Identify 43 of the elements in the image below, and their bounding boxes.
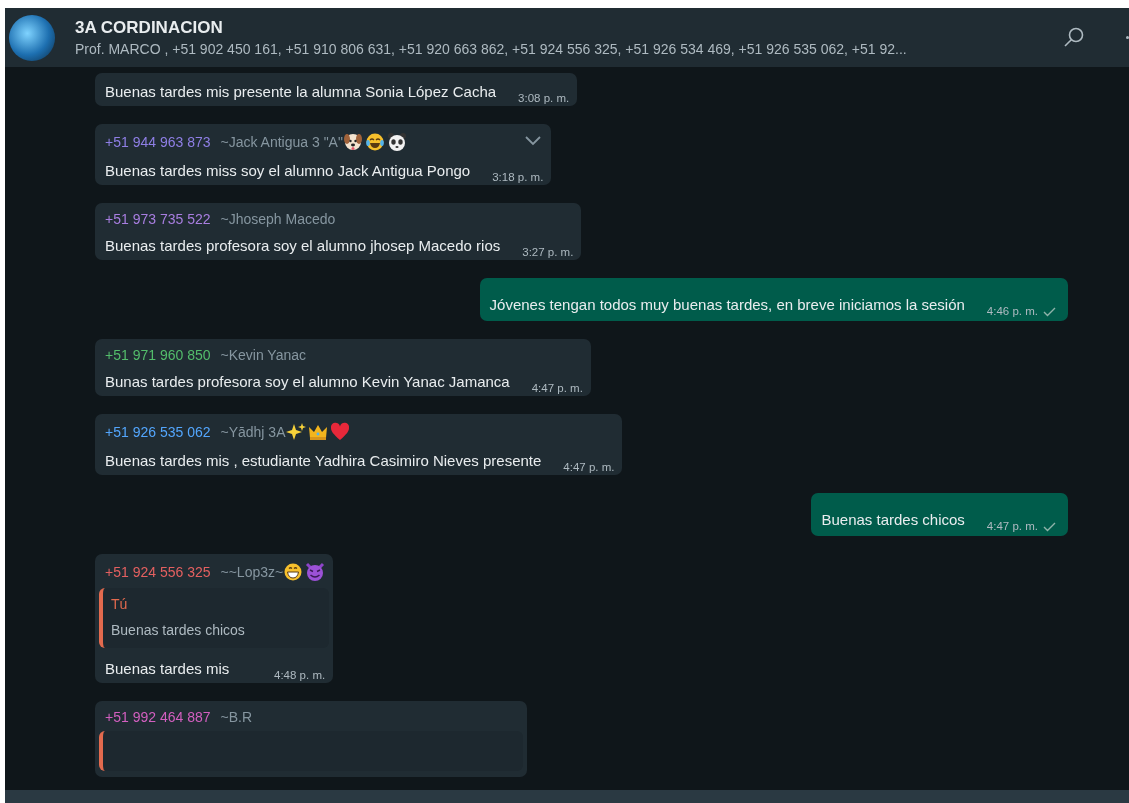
message-time: 3:27 p. m. <box>522 246 574 258</box>
sender-phone[interactable]: +51 973 735 522 <box>105 211 211 227</box>
message-text: Buenas tardes mis presente la alumna Sonia López Cacha <box>105 83 497 100</box>
heart-icon <box>329 422 350 442</box>
message-text: Buenas tardes miss soy el alumno Jack Antigua Pongo <box>105 162 471 179</box>
message-time: 4:47 p. m. <box>563 461 615 473</box>
message-time: 4:47 p. m. <box>531 382 583 394</box>
sender-name: ~Kevin Yanac <box>220 347 306 363</box>
panda-face-icon <box>386 132 407 152</box>
sender-name: ~~Lop3z~ <box>220 564 284 580</box>
sender-name: ~B.R <box>220 709 252 725</box>
group-avatar[interactable] <box>9 14 55 61</box>
message-time: 4:48 p. m. <box>274 669 326 681</box>
sparkles-icon <box>285 422 306 442</box>
message-text: Buenas tardes mis , estudiante Yadhira Casimiro Nieves presente <box>105 452 542 469</box>
devil-face-icon <box>305 562 326 582</box>
message-text: Buenas tardes chicos <box>821 511 965 528</box>
sender-phone[interactable]: +51 924 556 325 <box>105 564 211 580</box>
chat-title[interactable]: 3A CORDINACION <box>75 18 223 38</box>
message-text: Bunas tardes profesora soy el alumno Kevin Yanac Jamanca <box>105 373 510 390</box>
sender-name: ~Yādhj 3A <box>220 424 286 440</box>
dog-face-icon <box>342 132 363 152</box>
sender-phone[interactable]: +51 944 963 873 <box>105 134 211 150</box>
message-time: 4:46 p. m. <box>986 305 1038 317</box>
sender-name: ~Jhoseph Macedo <box>220 211 336 227</box>
chevron-down-icon[interactable] <box>525 136 542 146</box>
sender-name: ~Jack Antigua 3 "A" <box>220 134 343 150</box>
laughing-face-icon <box>364 132 385 152</box>
quoted-message[interactable]: Tú Buenas tardes chicos <box>99 588 330 648</box>
message-text: Jóvenes tengan todos muy buenas tardes, en breve iniciamos la sesión <box>489 296 965 313</box>
quote-author: Tú <box>111 596 129 612</box>
message-time: 4:47 p. m. <box>986 520 1038 532</box>
sender-phone[interactable]: +51 992 464 887 <box>105 709 211 725</box>
message-text: Buenas tardes mis <box>105 660 230 677</box>
participants-list: Prof. MARCO , +51 902 450 161, +51 910 806 631, +51 920 663 862, +51 924 556 325, +51 926 534 469, +51 926 535 062, +51 92... <box>75 41 907 57</box>
sender-phone[interactable]: +51 971 960 850 <box>105 347 211 363</box>
quote-text: Buenas tardes chicos <box>111 622 246 638</box>
message-time: 3:18 p. m. <box>492 171 544 183</box>
message-time: 3:08 p. m. <box>518 92 570 104</box>
message-text: Buenas tardes profesora soy el alumno jhosep Macedo rios <box>105 237 501 254</box>
menu-icon[interactable] <box>1126 36 1129 39</box>
grinning-face-icon <box>283 562 304 582</box>
sender-phone[interactable]: +51 926 535 062 <box>105 424 211 440</box>
